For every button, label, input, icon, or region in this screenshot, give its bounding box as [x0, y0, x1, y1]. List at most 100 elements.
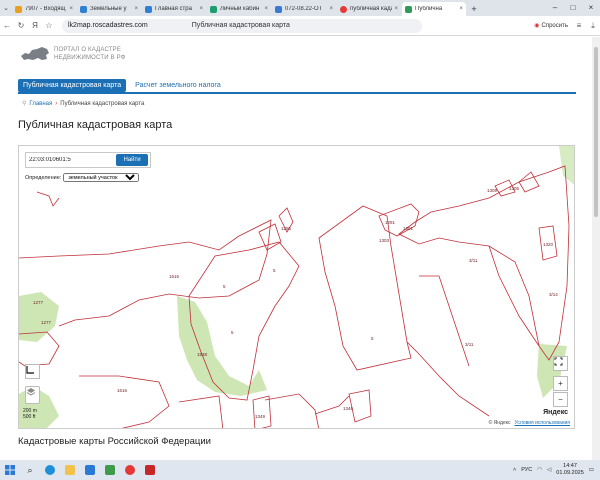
menu-underline [18, 92, 576, 94]
section-heading: Кадастровые карты Российской Федерации [18, 436, 211, 447]
browser-tab-7-active[interactable]: Публична × [402, 2, 466, 16]
parcel-label: 3/11 [469, 258, 478, 263]
site-icon [80, 5, 87, 13]
folder-icon [65, 465, 75, 475]
fullscreen-icon [554, 357, 563, 366]
store-icon [85, 465, 95, 475]
russia-map-icon [21, 47, 49, 60]
taskbar-explorer[interactable] [61, 461, 79, 479]
parcel-label: 1277 [33, 300, 44, 305]
tray-chevron-icon[interactable]: ˄ [513, 467, 516, 473]
taskbar-store[interactable] [81, 461, 99, 479]
cadastral-map[interactable]: 1616 5 5 5 5 1538 1616 1277 1277 3/11 3/… [18, 145, 575, 429]
map-canvas[interactable]: 1616 5 5 5 5 1538 1616 1277 1277 3/11 3/… [19, 146, 575, 429]
browser-tab-4[interactable]: Личный кабин × [207, 2, 271, 16]
back-icon[interactable]: ← [0, 21, 14, 30]
volume-icon[interactable]: ◁ [547, 467, 551, 473]
logo-line-2: НЕДВИЖИМОСТИ В РФ [54, 55, 126, 61]
reload-icon[interactable]: ↻ [14, 21, 28, 30]
notifications-icon[interactable]: ▭ [589, 467, 594, 473]
clock[interactable]: 14:47 01.09.2025 [556, 463, 584, 477]
parcel-label: 1538 [197, 352, 208, 357]
breadcrumb-separator: › [55, 100, 58, 107]
close-window-icon[interactable]: × [582, 0, 600, 14]
parcel-label: 3/14 [549, 292, 558, 297]
parcel-label: 3/11 [465, 342, 474, 347]
close-icon[interactable]: × [134, 6, 138, 12]
office-icon [145, 465, 155, 475]
system-tray: ˄ РУС ◠ ◁ 14:47 01.09.2025 ▭ [513, 463, 600, 477]
ask-label: Спросить [541, 22, 568, 29]
close-icon[interactable]: × [264, 6, 268, 12]
wifi-icon[interactable]: ◠ [537, 467, 542, 473]
ask-button[interactable]: ◉ Спросить [530, 22, 572, 30]
taskbar-app[interactable] [101, 461, 119, 479]
new-tab-button[interactable]: + [467, 2, 481, 16]
layers-icon [26, 388, 36, 396]
url-field[interactable]: lk2map.roscadastres.com Публичная кадаст… [62, 18, 422, 33]
language-indicator[interactable]: РУС [521, 467, 532, 473]
parcel-label: 5 [371, 336, 374, 341]
browser-tab-6[interactable]: публичная када × [337, 2, 401, 16]
parcel-label: 5 [223, 284, 226, 289]
forest-area [559, 146, 574, 185]
page-scrollbar[interactable] [592, 37, 600, 460]
site-logo[interactable]: ПОРТАЛ О КАДАСТРЕ НЕДВИЖИМОСТИ В РФ [20, 45, 126, 63]
close-icon[interactable]: × [199, 6, 203, 12]
mail-icon [15, 5, 22, 13]
windows-taskbar: ⌕ ˄ РУС ◠ ◁ 14:47 01.09.2025 ▭ [0, 460, 600, 480]
fullscreen-button[interactable] [553, 356, 568, 371]
zoom-in-button[interactable]: + [553, 376, 568, 391]
taskbar-office[interactable] [141, 461, 159, 479]
scrollbar-thumb[interactable] [594, 47, 598, 217]
parcel-label: 1295 [281, 226, 292, 231]
menu-item-cadastral-map[interactable]: Публичная кадастровая карта [18, 79, 127, 92]
parcel-label: 1616 [117, 388, 128, 393]
maximize-icon[interactable]: □ [564, 0, 582, 14]
find-button[interactable]: Найти [116, 154, 148, 166]
url-page-title: Публичная кадастровая карта [191, 22, 290, 29]
parcel-boundaries [19, 165, 570, 428]
site-icon [210, 5, 217, 13]
yandex-home-icon[interactable]: Я [28, 21, 42, 30]
document-icon [275, 5, 282, 13]
terms-link[interactable]: Условия использования [515, 420, 571, 426]
object-type-select[interactable]: земельный участок [63, 173, 140, 182]
browser-tab-1[interactable]: 7907 - Входящ × [12, 2, 76, 16]
close-icon[interactable]: × [394, 6, 398, 12]
site-icon [145, 5, 152, 13]
breadcrumb: ⚲ Главная › Публичная кадастровая карта [22, 100, 144, 108]
close-icon[interactable]: × [69, 6, 73, 12]
layers-button[interactable] [25, 386, 40, 404]
search-button[interactable]: ⌕ [21, 461, 39, 479]
download-icon[interactable]: ⤓ [586, 21, 600, 31]
close-icon[interactable]: × [329, 6, 333, 12]
taskbar-edge[interactable] [41, 461, 59, 479]
minimize-icon[interactable]: – [546, 0, 564, 14]
close-icon[interactable]: × [459, 6, 463, 12]
cadastral-number-input[interactable] [26, 157, 116, 163]
menu-item-land-tax[interactable]: Расчет земельного налога [130, 79, 226, 92]
taskbar-yandex[interactable] [121, 461, 139, 479]
page-content: ПОРТАЛ О КАДАСТРЕ НЕДВИЖИМОСТИ В РФ Публ… [0, 37, 592, 460]
parcel-label: 1303 [379, 238, 390, 243]
ruler-button[interactable] [25, 364, 40, 379]
start-button[interactable] [1, 461, 19, 479]
parcel-label: 1309 [487, 188, 498, 193]
clock-date: 01.09.2025 [556, 470, 584, 476]
zoom-out-button[interactable]: − [553, 392, 568, 407]
browser-tab-5[interactable]: 072-08.22-ОТ × [272, 2, 336, 16]
menu-icon[interactable]: ≡ [572, 21, 586, 30]
bookmark-icon[interactable]: ☆ [42, 21, 56, 30]
tab-menu-icon[interactable]: ⌄ [0, 0, 12, 16]
breadcrumb-home-link[interactable]: Главная [29, 101, 52, 107]
parcel-label: 1305 [509, 186, 520, 191]
browser-tab-2[interactable]: Земельные у × [77, 2, 141, 16]
parcel-label: 1277 [41, 320, 52, 325]
edge-icon [45, 465, 55, 475]
site-menu: Публичная кадастровая карта Расчет земел… [18, 79, 226, 92]
browser-tab-3[interactable]: Главная стра × [142, 2, 206, 16]
map-copyright: © Яндекс Условия использования [489, 420, 570, 426]
parcel-label: 1616 [169, 274, 180, 279]
parcel-label: 1349 [255, 414, 266, 419]
